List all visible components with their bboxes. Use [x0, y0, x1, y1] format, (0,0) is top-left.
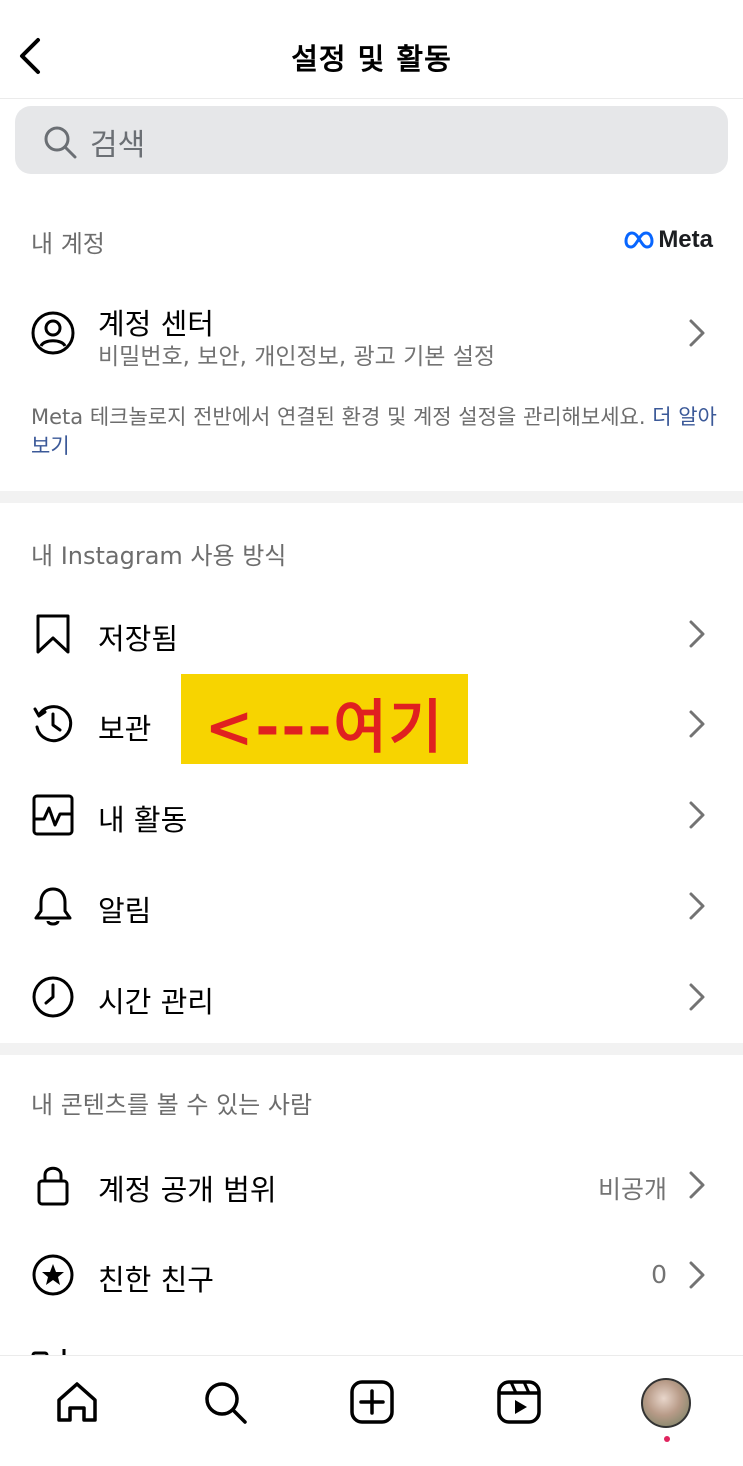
search-icon[interactable]: [201, 1378, 249, 1426]
home-icon[interactable]: [53, 1378, 101, 1426]
settings-row-time-management[interactable]: 시간 관리: [0, 953, 743, 1041]
notification-dot: [664, 1436, 670, 1442]
close-friends-value: 0: [651, 1260, 667, 1289]
star-circle-icon: [32, 1254, 74, 1296]
section-divider: [0, 491, 743, 503]
annotation-text: <---여기: [204, 693, 445, 761]
activity-label: 내 활동: [98, 803, 188, 837]
account-privacy-value: 비공개: [597, 1175, 667, 1204]
search-input[interactable]: 검색: [15, 106, 728, 174]
annotation-highlight: <---여기: [181, 674, 468, 764]
top-bar: 설정 및 활동: [0, 0, 743, 99]
bottom-navigation: [0, 1355, 743, 1466]
account-center-row[interactable]: 계정 센터 비밀번호, 보안, 개인정보, 광고 기본 설정: [0, 290, 743, 380]
reels-icon[interactable]: [495, 1378, 543, 1426]
settings-row-account-privacy[interactable]: 계정 공개 범위 비공개: [0, 1141, 743, 1229]
bell-icon: [34, 887, 72, 926]
notifications-label: 알림: [98, 894, 152, 928]
meta-infinity-icon: [624, 231, 654, 249]
chevron-right-icon: [689, 319, 705, 347]
section-divider: [0, 1043, 743, 1055]
account-center-description: Meta 테크놀로지 전반에서 연결된 환경 및 계정 설정을 관리해보세요. …: [31, 405, 717, 458]
page-title: 설정 및 활동: [291, 42, 452, 76]
close-friends-label: 친한 친구: [98, 1263, 214, 1297]
chevron-right-icon: [689, 1171, 705, 1199]
settings-row-activity[interactable]: 내 활동: [0, 771, 743, 859]
chevron-right-icon: [689, 801, 705, 829]
chevron-right-icon: [689, 1261, 705, 1289]
bookmark-icon: [36, 614, 70, 654]
settings-row-notifications[interactable]: 알림: [0, 862, 743, 950]
section-heading-usage: 내 Instagram 사용 방식: [31, 542, 287, 570]
saved-label: 저장됨: [98, 622, 179, 656]
search-icon: [44, 126, 77, 159]
meta-label: Meta: [658, 226, 713, 253]
chevron-right-icon: [689, 620, 705, 648]
activity-icon: [32, 794, 74, 836]
create-icon[interactable]: [348, 1378, 396, 1426]
account-privacy-label: 계정 공개 범위: [98, 1173, 277, 1207]
archive-history-icon: [33, 705, 73, 743]
person-circle-icon: [31, 311, 75, 355]
settings-row-close-friends[interactable]: 친한 친구 0: [0, 1231, 743, 1319]
archive-label: 보관: [98, 712, 152, 746]
chevron-right-icon: [689, 892, 705, 920]
section-heading-content-visibility: 내 콘텐츠를 볼 수 있는 사람: [31, 1091, 313, 1119]
section-heading-my-account: 내 계정: [31, 230, 105, 258]
chevron-right-icon: [689, 983, 705, 1011]
time-management-label: 시간 관리: [98, 985, 214, 1019]
chevron-right-icon: [689, 710, 705, 738]
profile-avatar[interactable]: [641, 1378, 691, 1428]
settings-row-saved[interactable]: 저장됨: [0, 590, 743, 678]
search-placeholder: 검색: [90, 128, 146, 163]
meta-logo: Meta: [624, 225, 713, 255]
account-center-subtitle: 비밀번호, 보안, 개인정보, 광고 기본 설정: [98, 344, 496, 370]
clock-icon: [32, 976, 74, 1018]
lock-icon: [37, 1166, 69, 1206]
